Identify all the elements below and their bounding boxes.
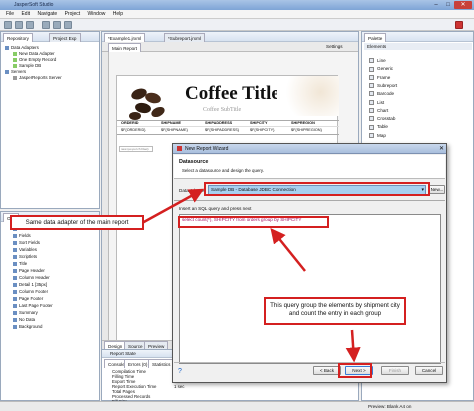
annotation-query-note: This query group the elements by shipmen…	[264, 297, 406, 325]
annotation-arrows	[141, 188, 361, 363]
annotation-adapter-note: Same data adapter of the main report	[10, 215, 144, 230]
arrow-to-adapter	[141, 188, 205, 225]
arrow-to-next	[345, 329, 361, 363]
status-text: Preview: Blank A4 on	[368, 404, 412, 409]
arrow-to-query	[270, 228, 306, 272]
status-bar: Preview: Blank A4 on	[0, 401, 474, 411]
